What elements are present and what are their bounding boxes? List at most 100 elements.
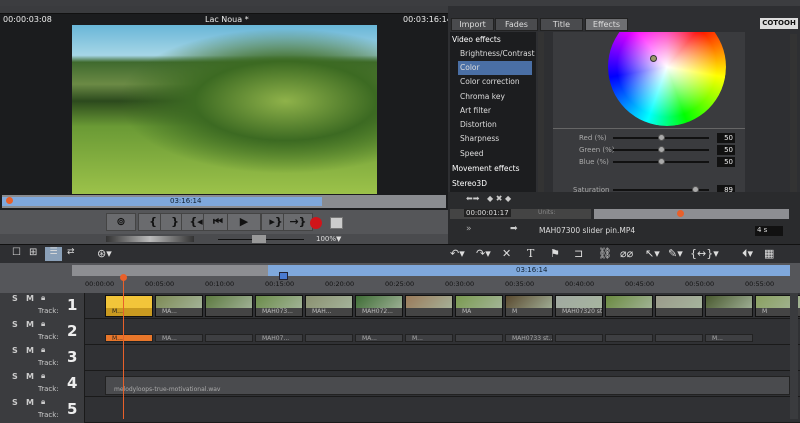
- timeline-view-icon[interactable]: ☰: [45, 247, 62, 261]
- solo-button[interactable]: S: [12, 320, 18, 329]
- effect-distortion[interactable]: Distortion: [458, 118, 532, 132]
- collapse-icon[interactable]: »: [466, 224, 472, 234]
- duration-field[interactable]: 4 s: [755, 226, 783, 236]
- mixer-icon[interactable]: ⏴▾: [742, 247, 753, 261]
- timeline-track[interactable]: S M 🔒︎ Track: 2 M... MA... MAH07... MA... M.…: [0, 319, 800, 345]
- tab-title[interactable]: Title: [540, 18, 583, 31]
- solo-button[interactable]: S: [12, 294, 18, 303]
- audio-clip[interactable]: MAH07...: [255, 334, 303, 342]
- audio-clip[interactable]: M...: [105, 334, 153, 342]
- audio-clip[interactable]: [205, 334, 253, 342]
- group-video-effects[interactable]: Video effects: [452, 33, 501, 47]
- keyframe-time[interactable]: 00:00:01:17: [464, 209, 511, 217]
- effects-scrollbar[interactable]: [538, 32, 544, 192]
- keyframe-nav-icons[interactable]: ⬅➡ ◆ ✖ ◆: [466, 194, 511, 203]
- timeline-scrollbar[interactable]: [790, 293, 798, 419]
- audio-clip[interactable]: [605, 334, 653, 342]
- video-clip[interactable]: [655, 295, 703, 317]
- media-icon[interactable]: ⊛▾: [97, 247, 112, 260]
- mute-button[interactable]: M: [26, 398, 34, 407]
- lock-icon[interactable]: 🔒︎: [41, 371, 45, 381]
- settings-scrollbar[interactable]: [790, 34, 797, 194]
- effect-art-filter[interactable]: Art filter: [458, 104, 532, 118]
- video-clip[interactable]: MAH072...: [355, 295, 403, 317]
- slider-handle[interactable]: [658, 134, 665, 141]
- effect-speed[interactable]: Speed: [458, 147, 532, 161]
- timeline-track[interactable]: S M 🔒︎ Track: 4 melodyloops-true-motivat…: [0, 371, 800, 397]
- timeline-track[interactable]: S M 🔒︎ Track: 1 M... MA... MAH073... MAH…: [0, 293, 800, 319]
- mute-button[interactable]: M: [26, 346, 34, 355]
- preview-scrubber[interactable]: 03:16:14: [2, 195, 446, 208]
- effect-color[interactable]: Color: [458, 61, 532, 75]
- lock-icon[interactable]: 🔒︎: [41, 345, 45, 355]
- keyframe-marker[interactable]: [677, 210, 684, 217]
- mute-button[interactable]: M: [26, 320, 34, 329]
- effect-color-correction[interactable]: Color correction: [458, 75, 532, 89]
- zoom-dropdown-icon[interactable]: ▼: [336, 235, 341, 243]
- effect-chroma-key[interactable]: Chroma key: [458, 90, 532, 104]
- slider-handle[interactable]: [658, 146, 665, 153]
- play-button[interactable]: ▶: [227, 213, 261, 231]
- record-button[interactable]: [310, 217, 322, 229]
- keyframe-track[interactable]: [594, 209, 789, 219]
- group-movement-effects[interactable]: Movement effects: [452, 162, 519, 176]
- grid-view-icon[interactable]: ⊞: [29, 247, 37, 258]
- solo-button[interactable]: S: [12, 372, 18, 381]
- slider-handle[interactable]: [658, 158, 665, 165]
- mute-button[interactable]: M: [26, 372, 34, 381]
- video-clip[interactable]: MAH07320 st...: [555, 295, 603, 317]
- mute-button[interactable]: M: [26, 294, 34, 303]
- audio-clip[interactable]: [455, 334, 503, 342]
- video-clip[interactable]: MA...: [155, 295, 203, 317]
- audio-clip[interactable]: MAH0733 st...: [505, 334, 553, 342]
- wrap-icon[interactable]: ⊐: [574, 247, 583, 260]
- tab-effects[interactable]: Effects: [585, 18, 628, 31]
- unlink-icon[interactable]: ⌀⌀: [620, 247, 633, 260]
- audio-clip[interactable]: M...: [705, 334, 753, 342]
- lock-icon[interactable]: 🔒︎: [41, 293, 45, 303]
- grid-snap-icon[interactable]: ▦: [764, 247, 774, 260]
- audio-clip[interactable]: [655, 334, 703, 342]
- tab-fades[interactable]: Fades: [495, 18, 538, 31]
- timeline-track[interactable]: S M 🔒︎ Track: 3: [0, 345, 800, 371]
- tab-import[interactable]: Import: [451, 18, 494, 31]
- lock-icon[interactable]: 🔒︎: [41, 319, 45, 329]
- scrub-marker[interactable]: [6, 197, 13, 204]
- storyboard-icon[interactable]: ⇄: [67, 247, 75, 257]
- mouse-mode-icon[interactable]: ↖▾: [645, 247, 660, 260]
- video-clip[interactable]: [205, 295, 253, 317]
- effect-brightness-contrast[interactable]: Brightness/Contrast: [458, 47, 535, 61]
- slider-value[interactable]: 50: [717, 145, 735, 155]
- group-stereo3d[interactable]: Stereo3D: [452, 177, 487, 191]
- video-clip[interactable]: M: [505, 295, 553, 317]
- audio-clip[interactable]: melodyloops-true-motivational.wav: [105, 376, 790, 395]
- audio-clip[interactable]: MA...: [355, 334, 403, 342]
- video-clip[interactable]: MA: [455, 295, 503, 317]
- video-clip[interactable]: [605, 295, 653, 317]
- next-clip-icon[interactable]: ➡: [510, 224, 518, 234]
- slider-value[interactable]: 50: [717, 133, 735, 143]
- audio-clip[interactable]: M...: [405, 334, 453, 342]
- solo-button[interactable]: S: [12, 346, 18, 355]
- delete-icon[interactable]: ✕: [502, 247, 511, 260]
- audio-clip[interactable]: [555, 334, 603, 342]
- video-clip[interactable]: [405, 295, 453, 317]
- video-clip[interactable]: MAH...: [305, 295, 353, 317]
- solo-button[interactable]: S: [12, 398, 18, 407]
- zoom-level[interactable]: 100%: [316, 235, 336, 243]
- playhead[interactable]: [123, 276, 124, 419]
- color-wheel[interactable]: [608, 32, 726, 126]
- fullscreen-button[interactable]: [330, 217, 343, 229]
- title-icon[interactable]: T: [527, 247, 534, 260]
- timeline-track[interactable]: S M 🔒︎ Track: 5: [0, 397, 800, 423]
- zoom-slider-handle[interactable]: [252, 235, 266, 243]
- marker-icon[interactable]: ⚑: [550, 247, 560, 260]
- video-clip[interactable]: M...: [105, 295, 153, 317]
- audio-clip[interactable]: [305, 334, 353, 342]
- lock-icon[interactable]: 🔒︎: [41, 397, 45, 407]
- link-icon[interactable]: ⛓: [598, 247, 612, 260]
- playhead-handle[interactable]: [120, 274, 127, 281]
- audio-clip[interactable]: MA...: [155, 334, 203, 342]
- redo-icon[interactable]: ↷▾: [476, 247, 491, 260]
- slider-value[interactable]: 50: [717, 157, 735, 167]
